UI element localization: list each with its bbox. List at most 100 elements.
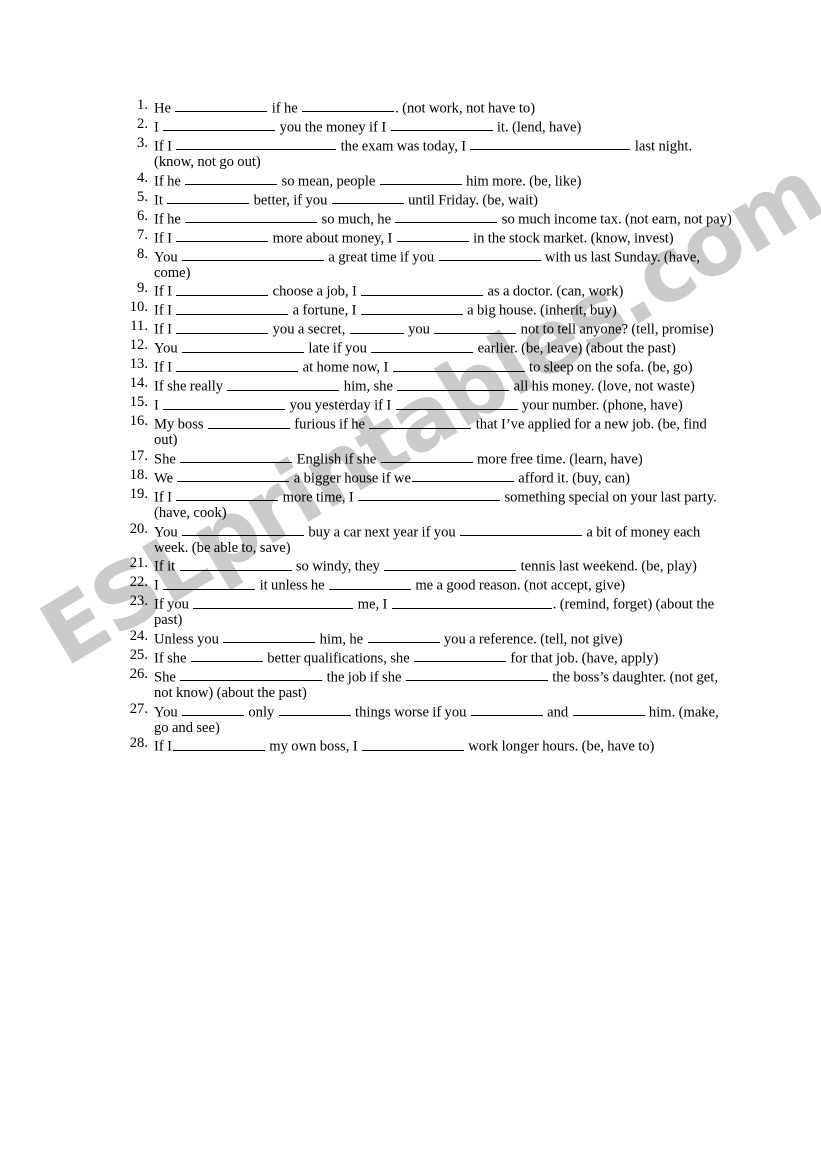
exercise-item: 15. I you yesterday if I your number. (ph… [120, 395, 732, 414]
exercise-sentence: You buy a car next year if you a bit of … [154, 522, 732, 557]
exercise-number: 23. [129, 593, 148, 610]
answer-blank[interactable] [182, 702, 245, 716]
answer-blank[interactable] [190, 648, 263, 663]
exercise-sentence: If he so much, he so much income tax. (n… [154, 209, 732, 228]
exercise-number: 21. [129, 555, 148, 572]
answer-blank[interactable] [396, 228, 469, 243]
answer-blank[interactable] [331, 190, 404, 205]
answer-blank[interactable] [371, 338, 474, 353]
answer-blank[interactable] [384, 556, 517, 571]
answer-blank[interactable] [223, 629, 316, 644]
answer-blank[interactable] [193, 594, 354, 609]
exercise-number: 16. [129, 413, 148, 430]
answer-blank[interactable] [182, 522, 305, 537]
exercise-sentence: If she better qualifications, she for th… [154, 648, 732, 667]
answer-blank[interactable] [397, 376, 510, 391]
exercise-number: 27. [129, 700, 148, 717]
answer-blank[interactable] [176, 319, 269, 334]
answer-blank[interactable] [572, 702, 645, 716]
answer-blank[interactable] [163, 575, 256, 590]
exercise-item: 11. If I you a secret, you not to tell an… [120, 319, 732, 338]
exercise-item: 4. If he so mean, people him more. (be, l… [120, 170, 732, 190]
exercise-number: 11. [130, 318, 148, 335]
exercise-sentence: You a great time if you with us last Sun… [154, 247, 732, 282]
exercise-sentence: If I choose a job, I as a doctor. (can, … [154, 281, 732, 300]
answer-blank[interactable] [395, 209, 498, 224]
exercise-item: 5. It better, if you until Friday. (be, w… [120, 189, 732, 209]
answer-blank[interactable] [380, 449, 473, 464]
answer-blank[interactable] [278, 702, 351, 716]
exercise-number: 3. [137, 135, 148, 152]
exercise-sentence: My boss furious if he that I’ve applied … [154, 414, 732, 449]
exercise-sentence: I it unless he me a good reason. (not ac… [154, 575, 732, 594]
answer-blank[interactable] [176, 300, 289, 315]
answer-blank[interactable] [302, 98, 395, 113]
answer-blank[interactable] [176, 136, 337, 151]
answer-blank[interactable] [185, 171, 278, 186]
exercise-number: 15. [129, 394, 148, 411]
answer-blank[interactable] [360, 300, 463, 315]
answer-blank[interactable] [379, 171, 462, 186]
answer-blank[interactable] [411, 468, 514, 483]
answer-blank[interactable] [177, 468, 290, 483]
answer-blank[interactable] [369, 414, 472, 429]
exercise-number: 13. [129, 356, 148, 373]
exercise-sentence: We a bigger house if we afford it. (buy,… [154, 468, 732, 487]
answer-blank[interactable] [163, 395, 286, 410]
exercise-number: 6. [137, 207, 148, 224]
exercise-list: 1. He if he . (not work, not have to) 2. I … [120, 97, 732, 755]
answer-blank[interactable] [176, 357, 299, 372]
answer-blank[interactable] [414, 648, 507, 663]
exercise-number: 8. [137, 245, 148, 262]
answer-blank[interactable] [180, 449, 293, 464]
exercise-number: 9. [137, 280, 148, 297]
answer-blank[interactable] [185, 209, 318, 224]
exercise-item: 10. If I a fortune, I a big house. (inher… [120, 300, 732, 319]
exercise-sentence: If I at home now, I to sleep on the sofa… [154, 357, 732, 376]
answer-blank[interactable] [328, 575, 411, 590]
answer-blank[interactable] [182, 247, 325, 262]
exercise-item: 16. My boss furious if he that I’ve appli… [120, 414, 732, 449]
exercise-sentence: If it so windy, they tennis last weekend… [154, 556, 732, 575]
answer-blank[interactable] [390, 117, 493, 132]
answer-blank[interactable] [358, 487, 501, 502]
exercise-item: 12. You late if you earlier. (be, leave) … [120, 338, 732, 357]
answer-blank[interactable] [163, 117, 276, 132]
answer-blank[interactable] [438, 247, 541, 262]
answer-blank[interactable] [182, 338, 305, 353]
answer-blank[interactable] [172, 736, 265, 751]
exercise-sentence: He if he . (not work, not have to) [154, 98, 732, 117]
exercise-item: 1. He if he . (not work, not have to) [120, 97, 732, 117]
exercise-number: 10. [129, 299, 148, 316]
exercise-item: 6. If he so much, he so much income tax. … [120, 207, 732, 228]
exercise-number: 7. [137, 226, 148, 243]
answer-blank[interactable] [349, 319, 404, 334]
exercise-sentence: If she really him, she all his money. (l… [154, 376, 732, 395]
exercise-item: 14. If she really him, she all his money.… [120, 376, 732, 395]
answer-blank[interactable] [179, 556, 292, 571]
answer-blank[interactable] [395, 395, 518, 410]
answer-blank[interactable] [367, 629, 440, 644]
answer-blank[interactable] [176, 487, 279, 502]
answer-blank[interactable] [405, 667, 548, 682]
answer-blank[interactable] [470, 136, 631, 151]
answer-blank[interactable] [180, 667, 323, 682]
answer-blank[interactable] [167, 190, 250, 205]
answer-blank[interactable] [434, 319, 517, 334]
answer-blank[interactable] [361, 736, 464, 751]
exercise-number: 26. [129, 665, 148, 682]
answer-blank[interactable] [391, 594, 552, 609]
exercise-sentence: Unless you him, he you a reference. (tel… [154, 629, 732, 648]
exercise-item: 8. You a great time if you with us last S… [120, 245, 732, 282]
answer-blank[interactable] [227, 376, 340, 391]
exercise-sentence: If I more time, I something special on y… [154, 487, 732, 522]
answer-blank[interactable] [176, 228, 269, 243]
answer-blank[interactable] [470, 702, 543, 716]
answer-blank[interactable] [361, 281, 484, 296]
answer-blank[interactable] [207, 414, 290, 429]
answer-blank[interactable] [175, 98, 268, 113]
answer-blank[interactable] [392, 357, 525, 372]
exercise-sentence: If I my own boss, I work longer hours. (… [154, 736, 732, 755]
answer-blank[interactable] [176, 281, 269, 296]
answer-blank[interactable] [460, 522, 583, 537]
